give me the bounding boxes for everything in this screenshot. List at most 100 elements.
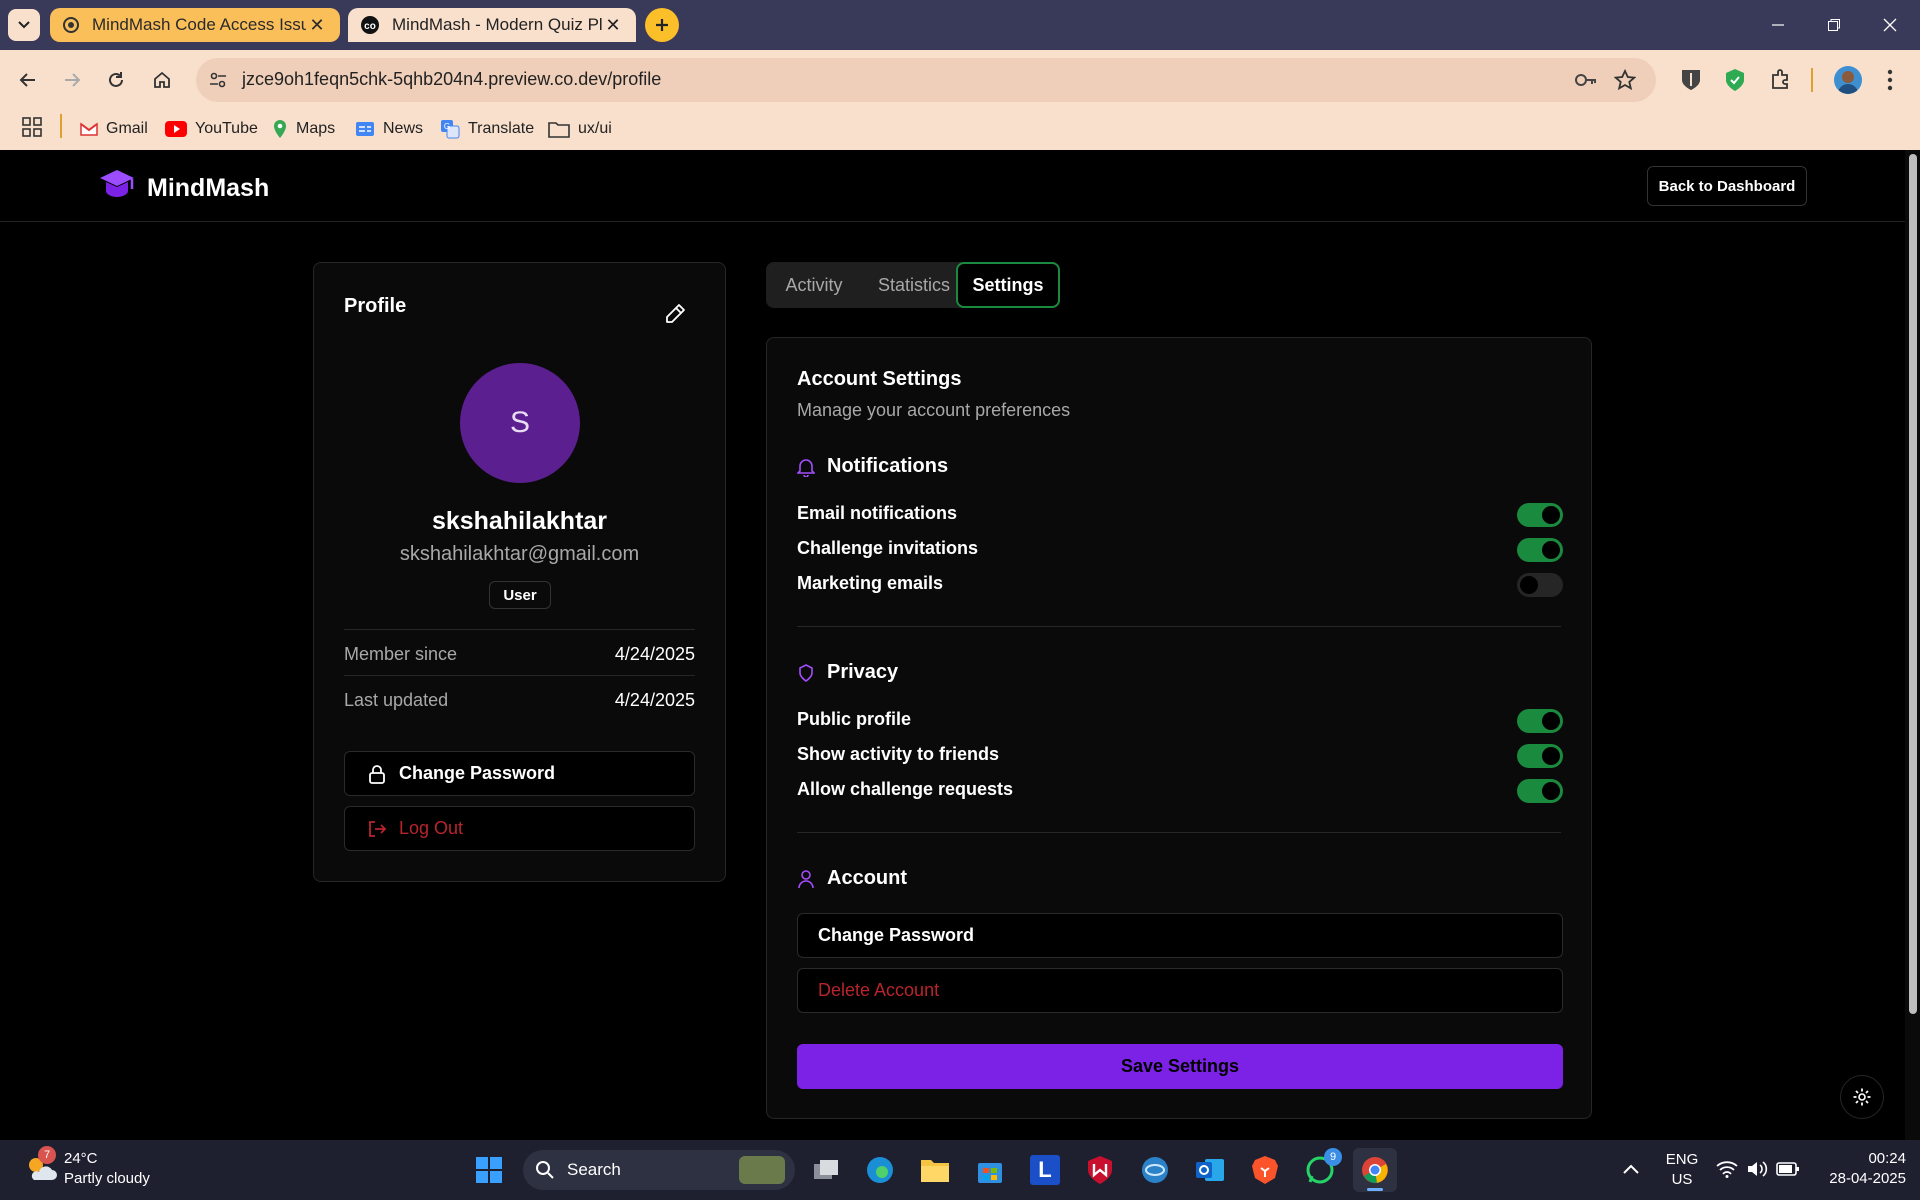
tab-statistics[interactable]: Statistics	[862, 262, 966, 308]
email-notifications-label: Email notifications	[797, 503, 958, 523]
launcher-l-button[interactable]: L	[1023, 1148, 1067, 1192]
close-tab-icon[interactable]: ✕	[602, 15, 624, 36]
taskbar-search[interactable]: Search	[523, 1150, 795, 1190]
bookmark-maps[interactable]: Maps	[272, 113, 335, 145]
floating-settings-button[interactable]	[1840, 1075, 1884, 1119]
active-app-indicator	[1367, 1188, 1383, 1191]
restore-button[interactable]	[1806, 0, 1862, 50]
svg-text:co: co	[364, 21, 376, 32]
plus-icon	[656, 19, 668, 31]
challenge-invitations-label: Challenge invitations	[797, 538, 979, 558]
browser-tab-inactive[interactable]: MindMash Code Access Issue ✕	[50, 8, 340, 42]
openai-icon	[63, 17, 79, 33]
account-heading: Account	[827, 867, 907, 889]
app-logo-text[interactable]: MindMash	[147, 174, 269, 203]
role-badge: User	[489, 581, 551, 609]
battery-icon[interactable]	[1776, 1161, 1800, 1177]
chevron-up-icon[interactable]	[1622, 1162, 1640, 1176]
clock[interactable]: 00:24 28-04-2025	[1806, 1149, 1906, 1189]
profile-avatar[interactable]	[1834, 66, 1862, 94]
settings-subtitle: Manage your account preferences	[797, 400, 1071, 420]
tab-list: Activity Statistics Settings	[766, 262, 1060, 308]
shield-extension-icon[interactable]	[1724, 68, 1746, 92]
start-button[interactable]	[467, 1148, 511, 1192]
task-view-button[interactable]	[804, 1148, 848, 1192]
gear-icon	[1853, 1088, 1871, 1106]
reload-button[interactable]	[98, 62, 134, 98]
chrome-button[interactable]	[1353, 1148, 1397, 1192]
extensions-puzzle-icon[interactable]	[1770, 68, 1792, 90]
windows-icon	[476, 1157, 502, 1183]
mcafee-shield-icon	[1088, 1156, 1112, 1184]
back-to-dashboard-button[interactable]: Back to Dashboard	[1647, 166, 1807, 206]
page-scrollbar[interactable]	[1905, 150, 1920, 1140]
logout-button[interactable]: Log Out	[344, 806, 695, 851]
whatsapp-button[interactable]: 9	[1298, 1148, 1342, 1192]
home-button[interactable]	[144, 62, 180, 98]
bitwarden-extension-icon[interactable]	[1680, 68, 1702, 92]
bookmark-translate[interactable]: G Translate	[440, 113, 534, 145]
bookmark-youtube[interactable]: YouTube	[165, 113, 258, 145]
bookmark-star-icon[interactable]	[1614, 69, 1636, 91]
mcafee-button[interactable]	[1078, 1148, 1122, 1192]
toolbar-divider	[1811, 68, 1813, 92]
outlook-button[interactable]	[1188, 1148, 1232, 1192]
tab-activity[interactable]: Activity	[766, 262, 862, 308]
change-password-label: Change Password	[399, 763, 556, 783]
apps-grid-icon[interactable]	[22, 117, 42, 137]
challenge-invitations-toggle[interactable]	[1517, 538, 1563, 562]
new-tab-button[interactable]	[645, 8, 679, 42]
marketing-emails-toggle[interactable]	[1517, 573, 1563, 597]
email-notifications-toggle[interactable]	[1517, 503, 1563, 527]
task-view-icon	[814, 1160, 838, 1179]
tab-list-button[interactable]	[8, 9, 40, 41]
password-key-icon[interactable]	[1574, 70, 1598, 90]
bookmark-news[interactable]: News	[355, 113, 423, 145]
app-globe-button[interactable]	[1133, 1148, 1177, 1192]
brave-button[interactable]	[1243, 1148, 1287, 1192]
store-button[interactable]	[968, 1148, 1012, 1192]
marketing-emails-label: Marketing emails	[797, 573, 944, 593]
logout-icon	[369, 820, 387, 837]
user-icon	[798, 870, 814, 889]
bookmark-gmail[interactable]: Gmail	[80, 113, 148, 145]
minimize-icon	[1772, 24, 1784, 26]
weather-desc: Partly cloudy	[64, 1170, 150, 1187]
minimize-button[interactable]	[1750, 0, 1806, 50]
close-tab-icon[interactable]: ✕	[306, 15, 328, 36]
weather-alert-badge: 7	[38, 1146, 56, 1164]
tab-settings[interactable]: Settings	[956, 262, 1060, 308]
back-to-dashboard-label: Back to Dashboard	[1658, 177, 1796, 195]
bookmark-folder-uxui[interactable]: ux/ui	[548, 113, 612, 145]
volume-icon[interactable]	[1746, 1160, 1768, 1178]
file-explorer-button[interactable]	[913, 1148, 957, 1192]
edge-button[interactable]	[858, 1148, 902, 1192]
weather-widget[interactable]: 7 24°C Partly cloudy	[20, 1146, 170, 1192]
codesandbox-icon: co	[361, 16, 379, 34]
change-password-button[interactable]: Change Password	[344, 751, 695, 796]
delete-account-button[interactable]: Delete Account	[797, 968, 1563, 1013]
bookmark-label: Maps	[296, 120, 336, 137]
public-profile-toggle[interactable]	[1517, 709, 1563, 733]
scrollbar-thumb[interactable]	[1909, 154, 1917, 1014]
outlook-icon	[1196, 1159, 1224, 1181]
browser-tab-active[interactable]: co MindMash - Modern Quiz Platf ✕	[348, 8, 636, 42]
save-settings-button[interactable]: Save Settings	[797, 1044, 1563, 1089]
address-bar[interactable]: jzce9oh1feqn5chk-5qhb204n4.preview.co.de…	[196, 58, 1656, 102]
lang-line2: US	[1671, 1171, 1693, 1188]
bookmark-label: News	[383, 120, 424, 137]
arrow-left-icon	[19, 73, 35, 87]
close-window-button[interactable]	[1862, 0, 1918, 50]
menu-dots-icon[interactable]	[1886, 68, 1894, 92]
show-activity-toggle[interactable]	[1517, 744, 1563, 768]
wifi-icon[interactable]	[1716, 1160, 1738, 1178]
language-indicator[interactable]: ENG US	[1662, 1150, 1702, 1190]
whatsapp-badge: 9	[1324, 1148, 1342, 1166]
search-highlight-image	[739, 1156, 785, 1184]
allow-challenge-toggle[interactable]	[1517, 779, 1563, 803]
forward-button[interactable]	[54, 62, 90, 98]
edit-pencil-icon[interactable]	[664, 303, 686, 325]
account-change-password-button[interactable]: Change Password	[797, 913, 1563, 958]
back-button[interactable]	[10, 62, 46, 98]
lang-line1: ENG	[1665, 1151, 1699, 1168]
